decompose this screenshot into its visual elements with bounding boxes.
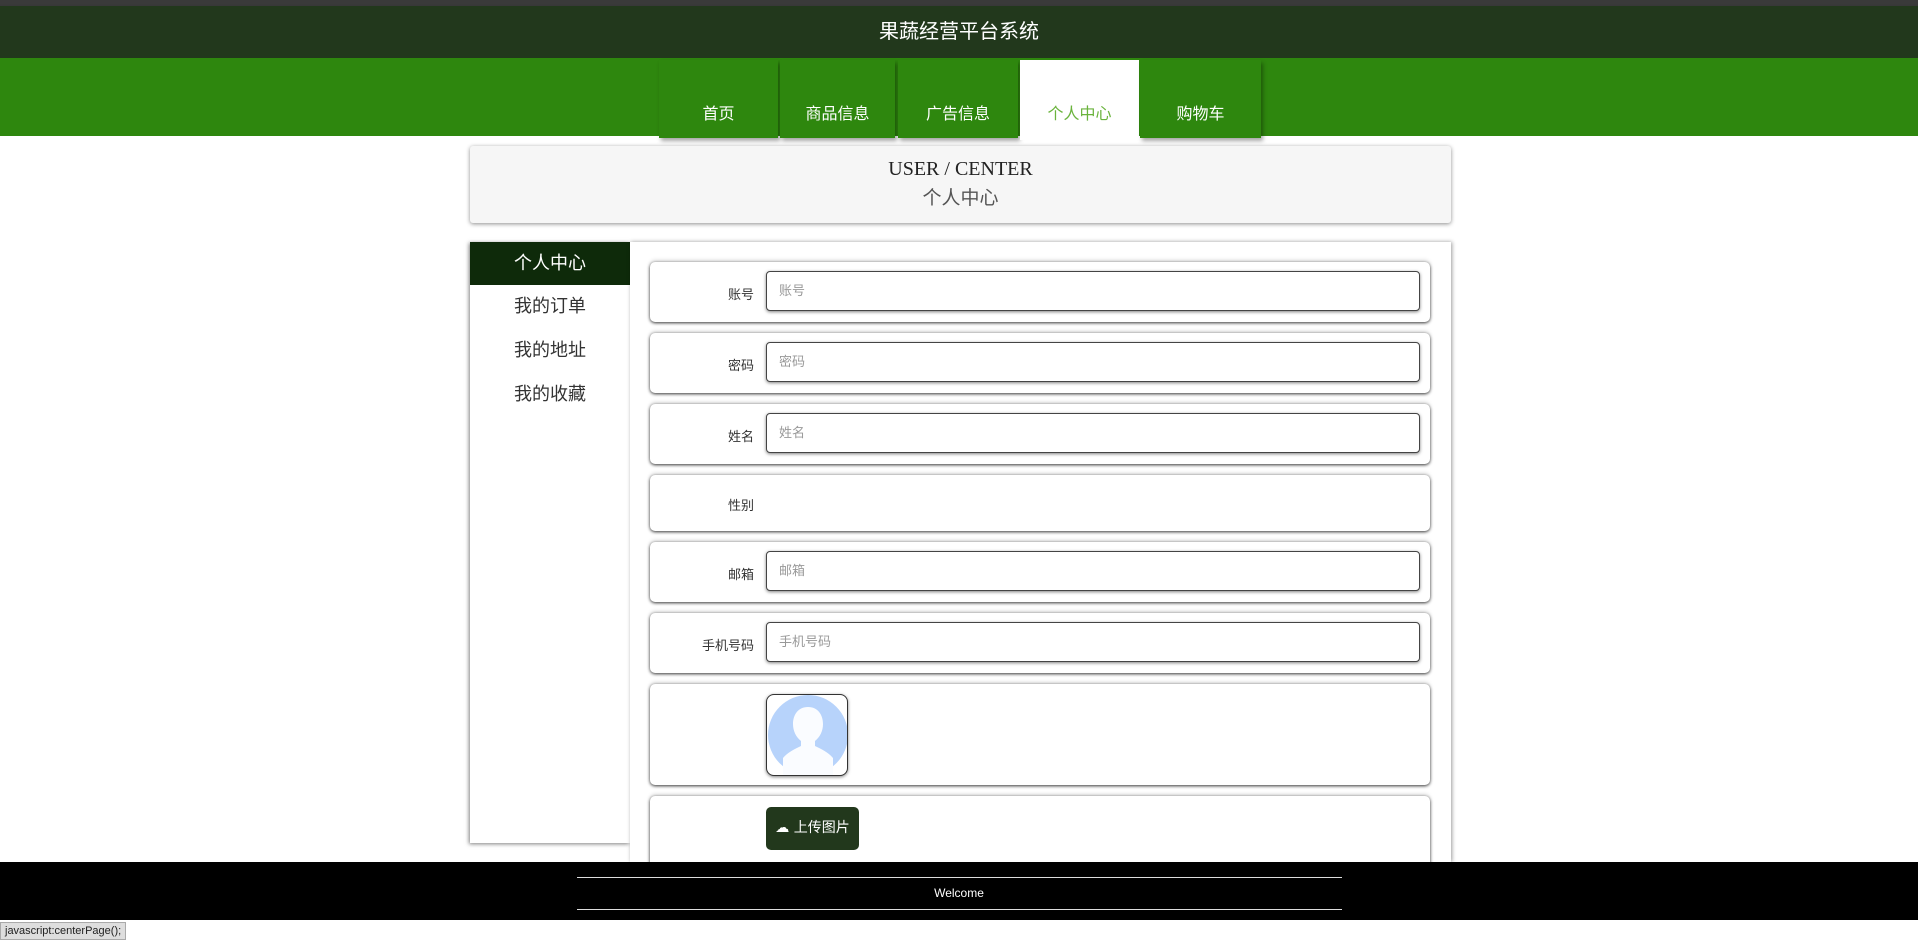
profile-form: 账号 密码 姓名 性别 邮箱 手机号码 ☁ 上传图片 [630, 242, 1451, 876]
user-placeholder-icon [768, 695, 847, 775]
sidebar: 个人中心 我的订单 我的地址 我的收藏 [470, 242, 630, 843]
form-row-name: 姓名 [650, 404, 1430, 464]
password-input[interactable] [766, 342, 1420, 382]
page-title-en: USER / CENTER [888, 158, 1033, 180]
nav-products[interactable]: 商品信息 [780, 60, 895, 138]
gender-label: 性别 [727, 499, 754, 514]
form-row-password: 密码 [650, 333, 1430, 393]
account-label: 账号 [727, 288, 754, 303]
name-input[interactable] [766, 413, 1420, 453]
name-label: 姓名 [727, 430, 754, 445]
account-input[interactable] [766, 271, 1420, 311]
upload-image-button[interactable]: ☁ 上传图片 [766, 807, 859, 850]
footer-divider [577, 877, 1342, 878]
page-header: USER / CENTER 个人中心 [470, 146, 1451, 223]
footer-welcome: Welcome [934, 886, 984, 900]
form-row-account: 账号 [650, 262, 1430, 322]
avatar-image[interactable] [766, 694, 848, 776]
sidebar-item-user-center[interactable]: 个人中心 [470, 242, 630, 285]
password-label: 密码 [727, 359, 754, 374]
footer-divider [577, 909, 1342, 910]
sidebar-item-orders[interactable]: 我的订单 [470, 285, 630, 329]
nav-ads[interactable]: 广告信息 [898, 60, 1018, 138]
sidebar-item-favorites[interactable]: 我的收藏 [470, 373, 630, 417]
email-input[interactable] [766, 551, 1420, 591]
cloud-upload-icon: ☁ [775, 820, 790, 836]
form-row-gender: 性别 [650, 475, 1430, 531]
page-title-cn: 个人中心 [922, 188, 999, 209]
nav-home[interactable]: 首页 [659, 60, 778, 138]
nav-cart[interactable]: 购物车 [1140, 60, 1261, 138]
phone-input[interactable] [766, 622, 1420, 662]
form-row-phone: 手机号码 [650, 613, 1430, 673]
nav-user-center[interactable]: 个人中心 [1020, 60, 1139, 140]
sidebar-item-address[interactable]: 我的地址 [470, 329, 630, 373]
footer: Welcome [0, 862, 1918, 920]
main-nav: 首页 商品信息 广告信息 个人中心 购物车 [0, 58, 1918, 140]
email-label: 邮箱 [727, 568, 754, 583]
browser-status-bar: javascript:centerPage(); [0, 922, 127, 940]
app-title: 果蔬经营平台系统 [0, 6, 1918, 58]
form-row-avatar [650, 684, 1430, 785]
form-row-email: 邮箱 [650, 542, 1430, 602]
phone-label: 手机号码 [701, 639, 754, 654]
